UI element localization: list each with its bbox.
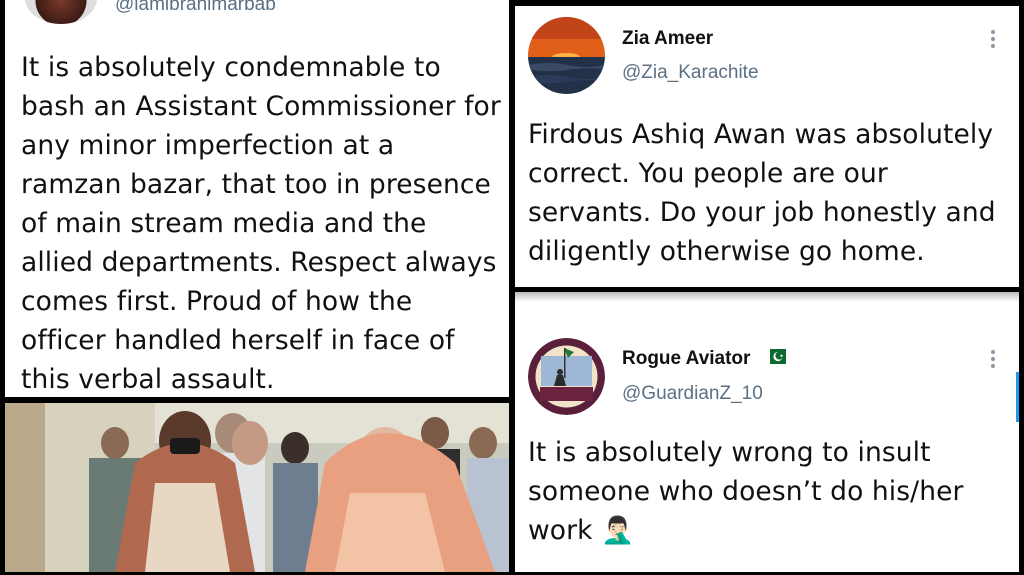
tweet-text-body: It is absolutely wrong to insult someone… (528, 437, 964, 546)
avatar[interactable] (25, 0, 97, 24)
avatar[interactable] (528, 17, 605, 94)
user-handle[interactable]: @iamibrahimarbab (115, 0, 276, 16)
tweet-text: It is absolutely wrong to insult someone… (528, 433, 1012, 550)
clipped-previous-text (515, 292, 1019, 302)
more-options-icon[interactable] (990, 30, 996, 50)
video-thumbnail[interactable] (5, 403, 509, 572)
video-frame-image (5, 403, 509, 572)
sunset-sea-image (528, 17, 605, 94)
user-handle[interactable]: @GuardianZ_10 (622, 383, 763, 405)
guardian-network-logo (528, 338, 605, 415)
tweet-text: Firdous Ashiq Awan was absolutely correc… (528, 119, 996, 267)
scrollbar[interactable] (1016, 372, 1019, 422)
face-palm-emoji: 🤦🏻‍♂️ (601, 515, 635, 546)
avatar[interactable] (528, 338, 605, 415)
more-options-icon[interactable] (990, 350, 996, 370)
user-name[interactable]: Rogue Aviator (622, 348, 786, 370)
tweet-card-rogue-aviator: Rogue Aviator @GuardianZ_10 It is absolu… (515, 292, 1019, 572)
tweet-card-zia: Zia Ameer @Zia_Karachite Firdous Ashiq A… (515, 6, 1019, 287)
tweet-text: It is absolutely condemnable to bash an … (21, 52, 501, 395)
pakistan-flag-icon (763, 348, 786, 370)
user-name-text: Rogue Aviator (622, 348, 751, 370)
tweet-card-ibrahim: @iamibrahimarbab It is absolutely condem… (5, 0, 509, 397)
user-name[interactable]: Zia Ameer (622, 28, 713, 50)
user-handle[interactable]: @Zia_Karachite (622, 62, 759, 84)
